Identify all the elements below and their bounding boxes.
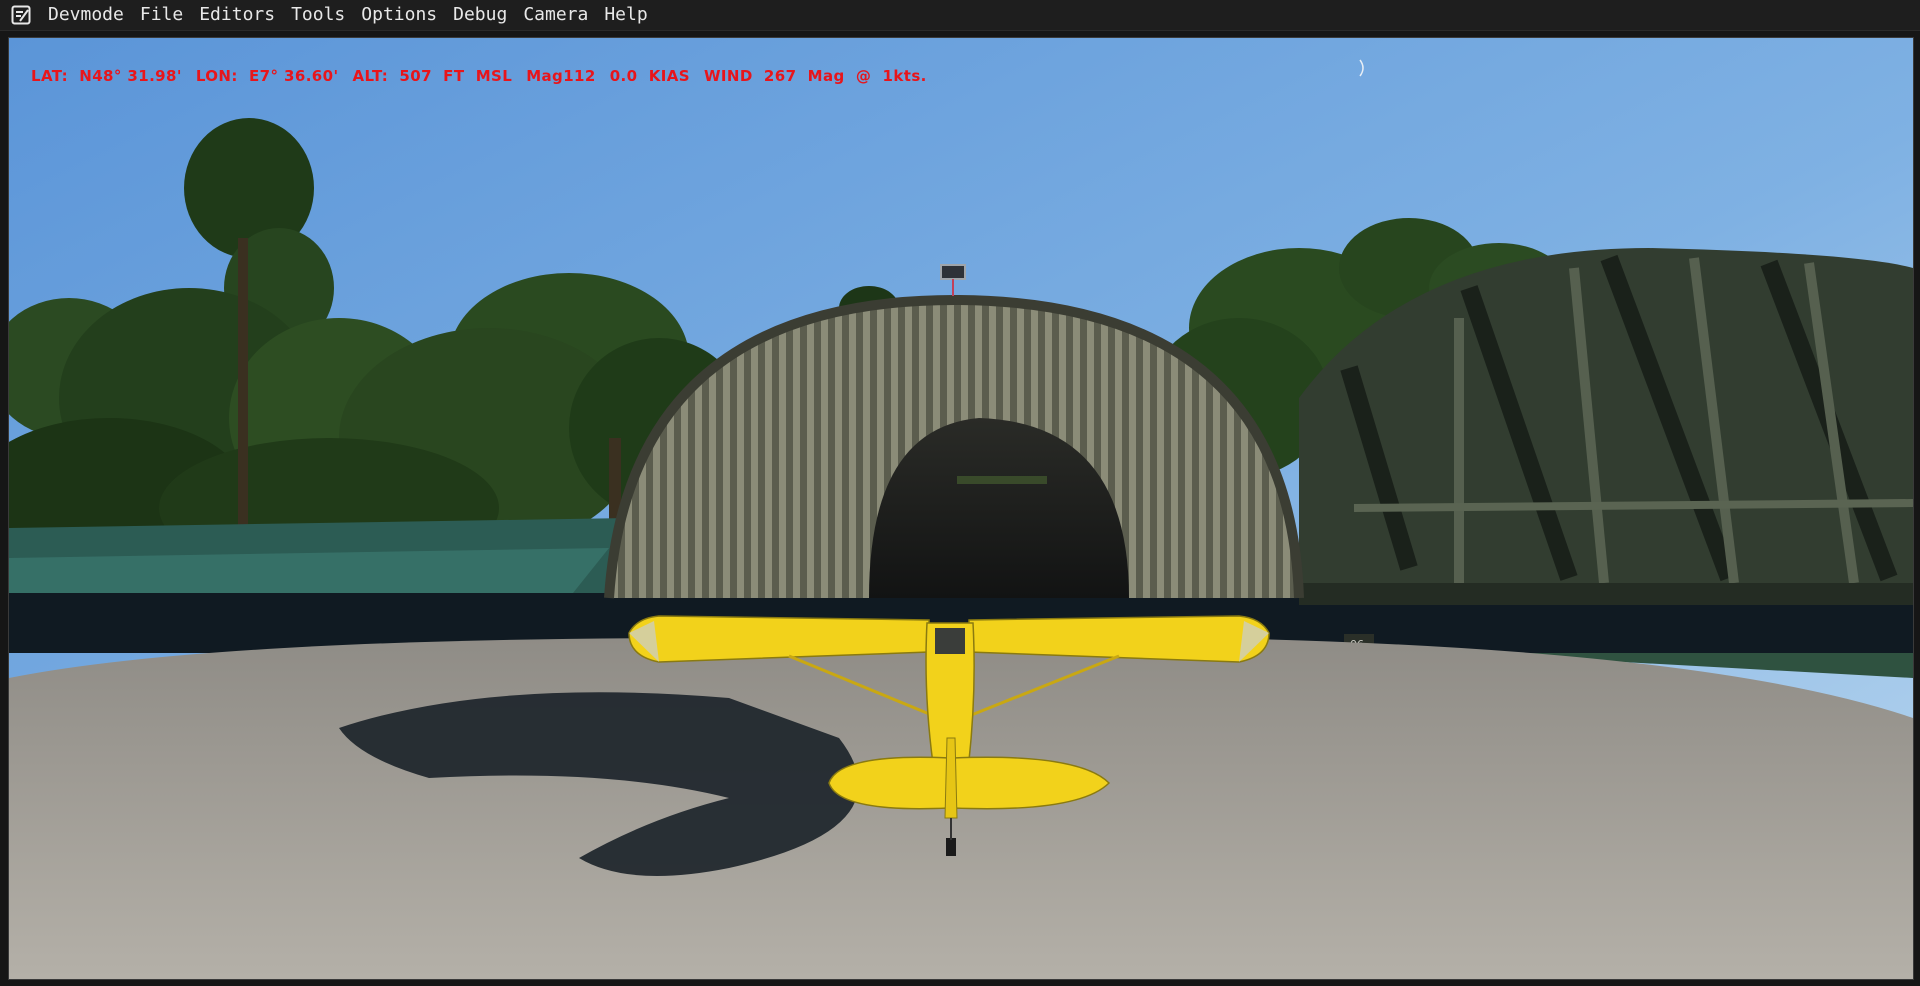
- hud-latitude: LAT: N48° 31.98': [31, 67, 182, 85]
- hangar-sign: [940, 264, 966, 280]
- aircraft-tail-wheel: [946, 838, 956, 856]
- hud-wind: WIND 267 Mag @ 1kts.: [703, 67, 927, 85]
- menu-help[interactable]: Help: [596, 0, 655, 30]
- hud-heading: Mag112: [526, 67, 596, 85]
- menu-bar: Devmode File Editors Tools Options Debug…: [0, 0, 1920, 31]
- menu-debug[interactable]: Debug: [445, 0, 515, 30]
- menu-tools[interactable]: Tools: [283, 0, 353, 30]
- menu-camera[interactable]: Camera: [515, 0, 596, 30]
- menu-options[interactable]: Options: [353, 0, 445, 30]
- flight-hud-readout: LAT: N48° 31.98' LON: E7° 36.60' ALT: 507 …: [31, 67, 941, 85]
- hud-altitude: ALT: 507 FT MSL: [352, 67, 513, 85]
- devmode-app-icon[interactable]: [10, 4, 32, 26]
- sim-viewport[interactable]: 06: [8, 37, 1914, 980]
- hud-airspeed: 0.0 KIAS: [609, 67, 690, 85]
- aircraft-cockpit-window: [935, 628, 965, 654]
- menu-editors[interactable]: Editors: [191, 0, 283, 30]
- menu-devmode[interactable]: Devmode: [40, 0, 132, 30]
- flight-scene: 06: [9, 38, 1913, 979]
- menu-file[interactable]: File: [132, 0, 191, 30]
- hud-longitude: LON: E7° 36.60': [195, 67, 339, 85]
